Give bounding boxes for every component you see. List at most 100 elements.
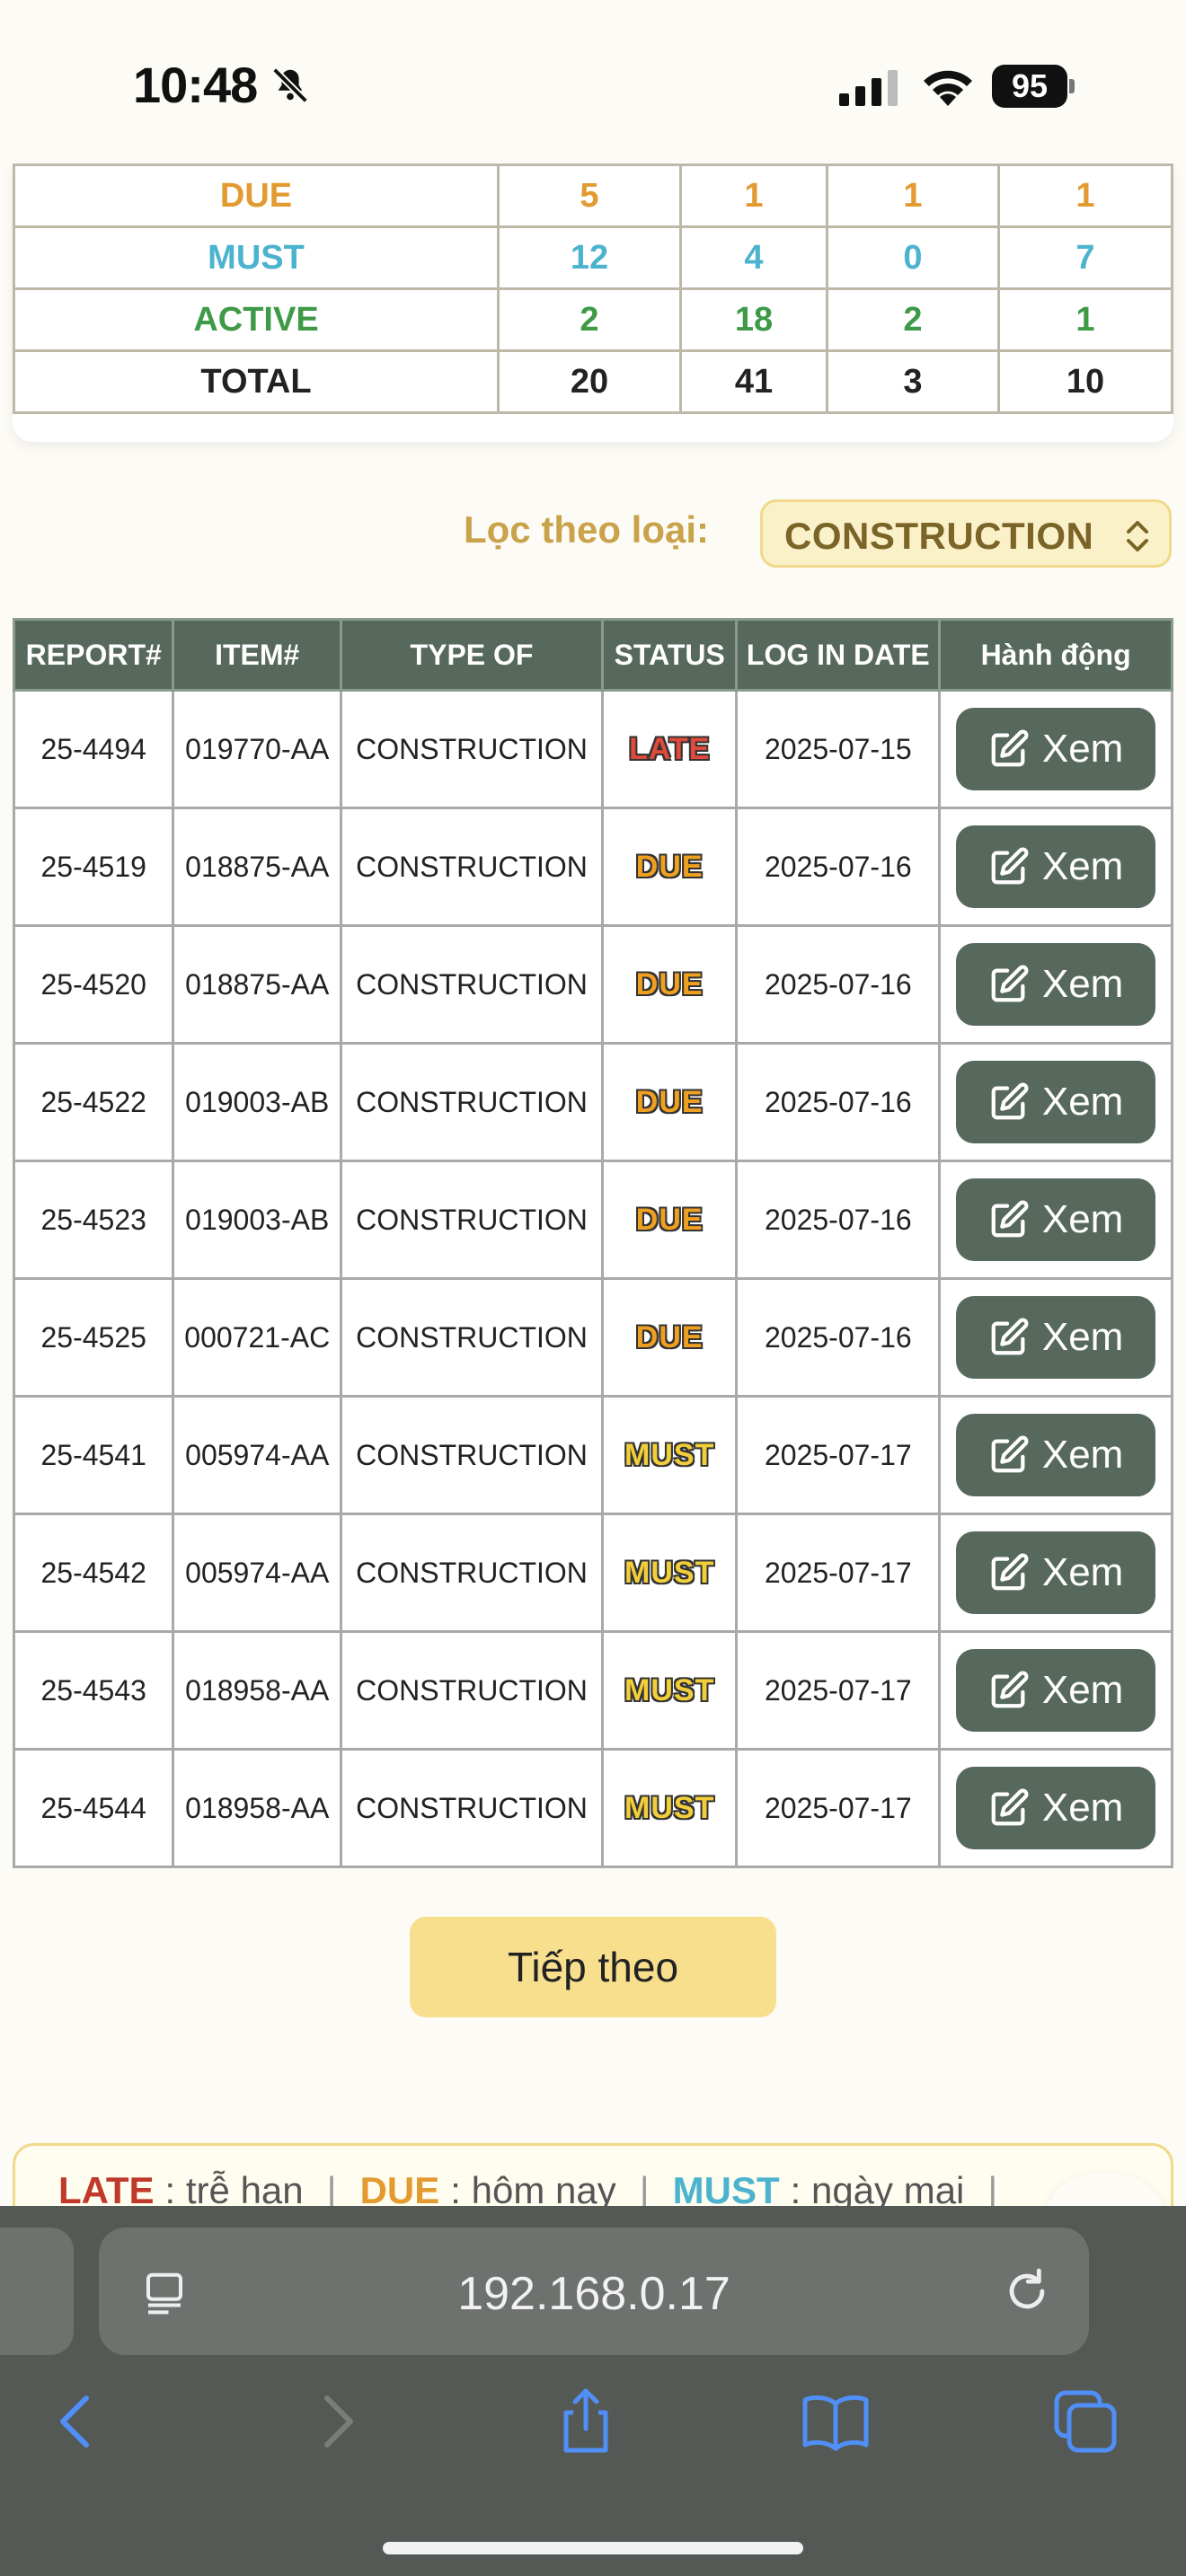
summary-row-active: ACTIVE 2 18 2 1 <box>13 287 1173 352</box>
item-cell: 018875-AA <box>172 807 343 927</box>
header-item: ITEM# <box>172 618 343 692</box>
table-row: 25-4523 019003-AB CONSTRUCTION DUE 2025-07-1… <box>12 1160 1173 1280</box>
type-cell: CONSTRUCTION <box>340 1630 604 1751</box>
status-cell: DUE <box>600 1277 739 1398</box>
report-cell: 25-4544 <box>12 1748 175 1868</box>
header-status: STATUS <box>600 618 739 692</box>
table-row: 25-4544 018958-AA CONSTRUCTION MUST 2025-07-… <box>12 1748 1173 1868</box>
filter-label: Lọc theo loại: <box>464 508 709 551</box>
summary-count: 1 <box>679 163 828 228</box>
action-cell: Xem <box>938 1160 1173 1280</box>
status-time: 10:48 <box>133 57 258 113</box>
summary-row-due: DUE 5 1 1 1 <box>13 163 1173 228</box>
log-date-cell: 2025-07-16 <box>735 924 942 1045</box>
item-cell: 018958-AA <box>172 1748 343 1868</box>
address-bar[interactable]: 192.168.0.17 <box>99 2228 1089 2355</box>
next-page-button[interactable]: Tiếp theo <box>410 1917 776 2017</box>
view-button-label: Xem <box>1041 1550 1124 1594</box>
report-cell: 25-4523 <box>12 1160 175 1280</box>
action-cell: Xem <box>938 924 1173 1045</box>
edit-icon <box>991 729 1029 767</box>
wifi-icon <box>924 70 972 106</box>
action-cell: Xem <box>938 689 1173 809</box>
summary-count: 1 <box>826 163 1000 228</box>
table-row: 25-4494 019770-AA CONSTRUCTION LATE 2025-07-… <box>12 689 1173 809</box>
battery-cap <box>1069 79 1075 93</box>
summary-count: 2 <box>826 287 1000 352</box>
log-date-cell: 2025-07-17 <box>735 1513 942 1633</box>
view-button-label: Xem <box>1041 1197 1124 1241</box>
action-cell: Xem <box>938 1630 1173 1751</box>
view-button[interactable]: Xem <box>956 1178 1156 1261</box>
action-cell: Xem <box>938 1513 1173 1633</box>
item-cell: 005974-AA <box>172 1513 343 1633</box>
legend-description: : ngày mai <box>790 2169 965 2211</box>
summary-count: 41 <box>679 349 828 414</box>
url-text: 192.168.0.17 <box>457 2268 730 2320</box>
tabs-icon[interactable] <box>1049 2386 1121 2457</box>
forward-icon[interactable] <box>300 2386 372 2457</box>
report-cell: 25-4520 <box>12 924 175 1045</box>
item-cell: 000721-AC <box>172 1277 343 1398</box>
view-button[interactable]: Xem <box>956 1649 1156 1732</box>
status-badge: DUE <box>635 1319 704 1354</box>
bookmarks-icon[interactable] <box>800 2386 872 2457</box>
log-date-cell: 2025-07-17 <box>735 1395 942 1515</box>
view-button[interactable]: Xem <box>956 1767 1156 1849</box>
signal-icon <box>839 70 898 106</box>
previous-tab-stub[interactable] <box>0 2228 74 2355</box>
summary-count: 4 <box>679 225 828 290</box>
summary-label: DUE <box>13 163 500 228</box>
action-cell: Xem <box>938 1042 1173 1162</box>
type-cell: CONSTRUCTION <box>340 1395 604 1515</box>
status-cell: MUST <box>600 1748 739 1868</box>
back-icon[interactable] <box>41 2386 113 2457</box>
view-button-label: Xem <box>1041 727 1124 771</box>
summary-count: 1 <box>997 163 1173 228</box>
report-cell: 25-4519 <box>12 807 175 927</box>
type-cell: CONSTRUCTION <box>340 1513 604 1633</box>
summary-count: 1 <box>997 287 1173 352</box>
log-date-cell: 2025-07-17 <box>735 1630 942 1751</box>
view-button[interactable]: Xem <box>956 1531 1156 1614</box>
view-button[interactable]: Xem <box>956 1061 1156 1143</box>
status-bar: 10:48 95 <box>0 0 1186 162</box>
legend-description: : hôm nay <box>450 2169 616 2211</box>
report-cell: 25-4525 <box>12 1277 175 1398</box>
status-badge: MUST <box>624 1790 715 1825</box>
report-cell: 25-4543 <box>12 1630 175 1751</box>
type-filter-value: CONSTRUCTION <box>784 515 1094 557</box>
summary-count: 5 <box>497 163 682 228</box>
view-button-label: Xem <box>1041 1668 1124 1712</box>
summary-row-total: TOTAL 20 41 3 10 <box>13 349 1173 414</box>
view-button[interactable]: Xem <box>956 1296 1156 1379</box>
share-icon[interactable] <box>550 2386 622 2457</box>
edit-icon <box>991 1553 1029 1591</box>
reload-icon[interactable] <box>1001 2265 1053 2317</box>
status-badge: DUE <box>635 849 704 884</box>
view-button[interactable]: Xem <box>956 825 1156 908</box>
edit-icon <box>991 847 1029 885</box>
summary-table: DUE 5 1 1 1 MUST 12 4 0 7 ACTIVE 2 18 2 1 TOTAL 20 41 3 10 <box>13 163 1173 414</box>
table-row: 25-4541 005974-AA CONSTRUCTION MUST 2025-07-… <box>12 1395 1173 1515</box>
status-badge: DUE <box>635 1202 704 1237</box>
report-cell: 25-4522 <box>12 1042 175 1162</box>
battery-indicator: 95 <box>992 65 1075 108</box>
edit-icon <box>991 1435 1029 1473</box>
type-cell: CONSTRUCTION <box>340 1277 604 1398</box>
type-filter-select[interactable]: CONSTRUCTION <box>760 499 1172 568</box>
summary-card: DUE 5 1 1 1 MUST 12 4 0 7 ACTIVE 2 18 2 1 TOTAL 20 41 3 10 <box>13 162 1173 442</box>
header-action: Hành động <box>938 618 1173 692</box>
item-cell: 018958-AA <box>172 1630 343 1751</box>
action-cell: Xem <box>938 1277 1173 1398</box>
view-button[interactable]: Xem <box>956 943 1156 1026</box>
type-cell: CONSTRUCTION <box>340 1042 604 1162</box>
report-cell: 25-4541 <box>12 1395 175 1515</box>
status-cell: DUE <box>600 807 739 927</box>
bell-slash-icon <box>272 67 308 103</box>
battery-level: 95 <box>992 65 1067 108</box>
type-cell: CONSTRUCTION <box>340 1160 604 1280</box>
header-log-date: LOG IN DATE <box>735 618 942 692</box>
view-button[interactable]: Xem <box>956 708 1156 790</box>
view-button[interactable]: Xem <box>956 1414 1156 1496</box>
